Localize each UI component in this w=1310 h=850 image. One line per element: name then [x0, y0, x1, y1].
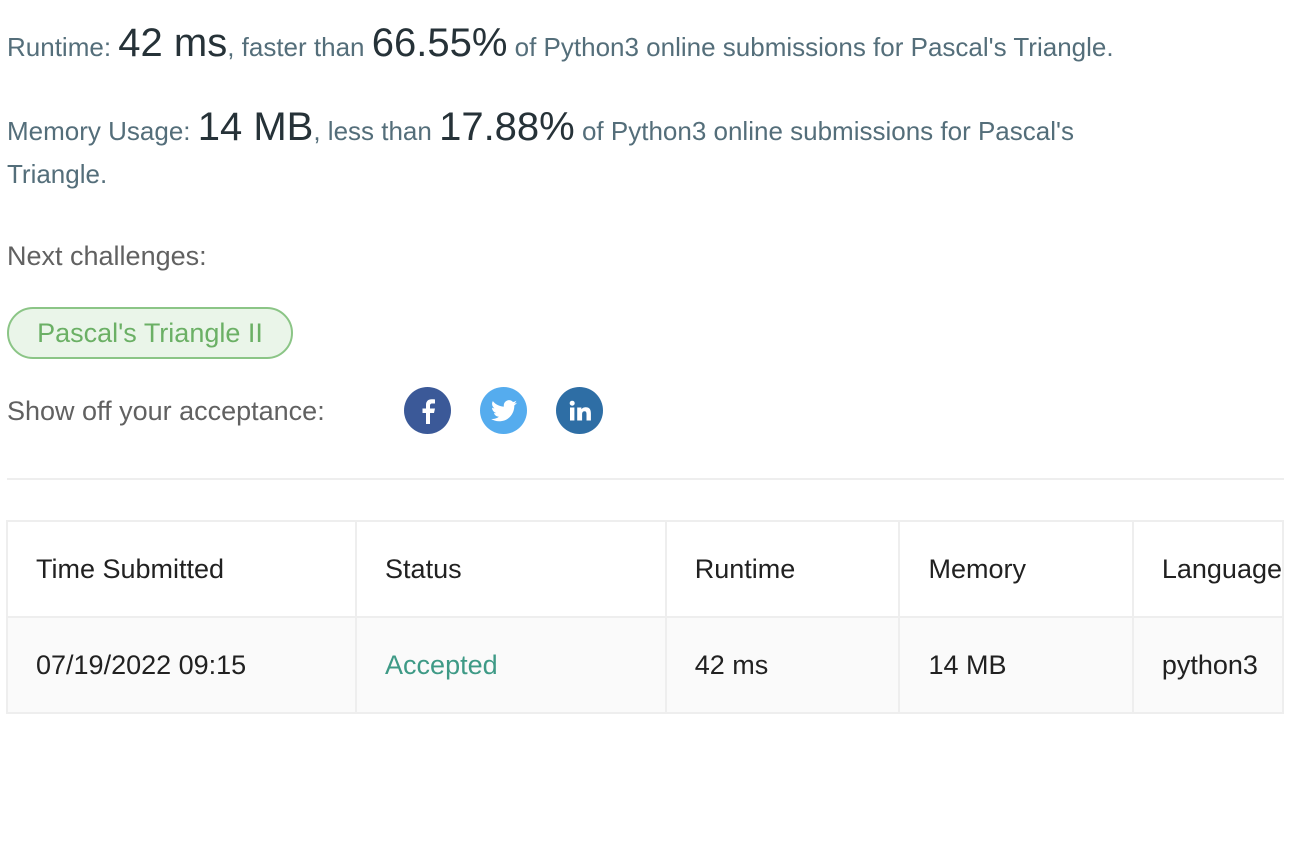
- memory-mid-text: , less than: [313, 116, 440, 146]
- cell-time-submitted: 07/19/2022 09:15: [5, 616, 358, 714]
- next-challenges-label: Next challenges:: [7, 241, 207, 271]
- memory-summary-continued: Triangle.: [7, 159, 108, 189]
- linkedin-icon: [569, 400, 591, 420]
- linkedin-share-button[interactable]: [556, 387, 603, 434]
- facebook-icon: [422, 398, 435, 424]
- memory-label: Memory Usage:: [7, 116, 198, 146]
- twitter-icon: [490, 399, 517, 421]
- submissions-table: Time Submitted Status Runtime Memory Lan…: [5, 520, 1285, 714]
- runtime-label: Runtime:: [7, 32, 119, 62]
- runtime-summary: Runtime: 42 ms, faster than 66.55% of Py…: [7, 22, 1114, 68]
- table-header-row: Time Submitted Status Runtime Memory Lan…: [5, 520, 1285, 618]
- memory-value: 14 MB: [197, 105, 314, 149]
- runtime-percent: 66.55%: [371, 21, 508, 65]
- cell-language: python3: [1131, 616, 1285, 714]
- runtime-tail-text: of Python3 online submissions for Pascal…: [507, 32, 1114, 62]
- header-time-submitted: Time Submitted: [5, 520, 358, 618]
- status-accepted-link[interactable]: Accepted: [355, 616, 667, 714]
- header-status: Status: [355, 520, 667, 618]
- header-memory: Memory: [898, 520, 1134, 618]
- share-label: Show off your acceptance:: [7, 396, 325, 426]
- cell-memory: 14 MB: [898, 616, 1134, 714]
- table-row: 07/19/2022 09:15 Accepted 42 ms 14 MB py…: [5, 616, 1285, 714]
- cell-runtime: 42 ms: [664, 616, 901, 714]
- memory-summary: Memory Usage: 14 MB, less than 17.88% of…: [7, 106, 1074, 152]
- runtime-mid-text: , faster than: [227, 32, 372, 62]
- section-divider: [7, 478, 1284, 480]
- header-runtime: Runtime: [664, 520, 901, 618]
- memory-tail-text: of Python3 online submissions for Pascal…: [574, 116, 1074, 146]
- memory-percent: 17.88%: [439, 105, 575, 149]
- header-language: Language: [1131, 520, 1285, 618]
- facebook-share-button[interactable]: [404, 387, 451, 434]
- twitter-share-button[interactable]: [480, 387, 527, 434]
- next-challenge-tag[interactable]: Pascal's Triangle II: [7, 307, 293, 359]
- runtime-value: 42 ms: [118, 21, 228, 65]
